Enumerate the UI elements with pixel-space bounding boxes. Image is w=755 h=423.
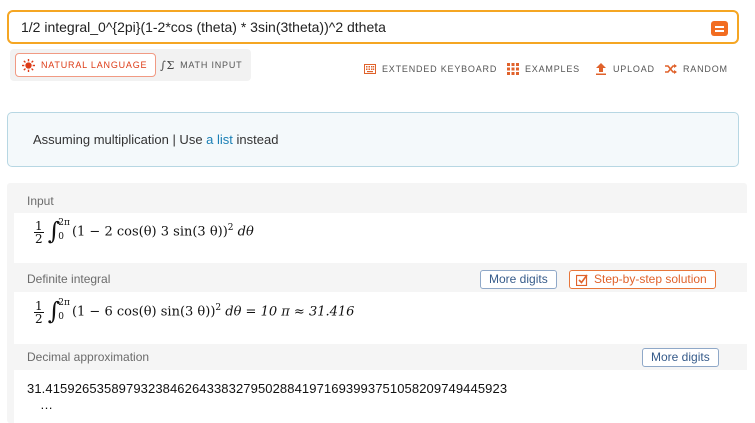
decimal-body: [14, 370, 747, 423]
keyboard-icon: [364, 64, 376, 74]
assumption-prefix: Assuming multiplication | Use: [33, 132, 207, 147]
examples-link[interactable]: EXAMPLES: [507, 63, 580, 75]
definite-integral-title: Definite integral: [27, 272, 111, 286]
use-list-link[interactable]: a list: [206, 132, 233, 147]
decimal-value: 31.4159265358979323846264338327950288419…: [27, 381, 508, 396]
compute-button[interactable]: [711, 21, 728, 36]
grid-icon: [507, 63, 519, 75]
definite-integral-expression: 12 ∫ 2π 0 (1 − 6 cos(θ) sin(3 θ))2 dθ = 10 …: [34, 297, 355, 326]
shuffle-icon: [665, 64, 677, 74]
upload-icon: [596, 63, 606, 75]
assumption-box: Assuming multiplication | Use a list ins…: [7, 112, 739, 167]
step-by-step-button[interactable]: Step-by-step solution: [569, 270, 716, 289]
random-link[interactable]: RANDOM: [665, 63, 728, 75]
extended-keyboard-label: EXTENDED KEYBOARD: [382, 64, 498, 74]
more-digits-button-decimal[interactable]: More digits: [642, 348, 719, 367]
input-pod-title: Input: [27, 194, 54, 208]
assumption-suffix: instead: [232, 132, 279, 147]
decimal-ellipsis: …: [40, 397, 53, 412]
random-label: RANDOM: [683, 64, 728, 74]
input-expression: 12 ∫ 2π 0 (1 − 2 cos(θ) 3 sin(3 θ))2 dθ: [34, 217, 254, 246]
upload-link[interactable]: UPLOAD: [595, 63, 655, 75]
input-pod-body: 12 ∫ 2π 0 (1 − 2 cos(θ) 3 sin(3 θ))2 dθ: [14, 213, 747, 263]
extended-keyboard-link[interactable]: EXTENDED KEYBOARD: [364, 63, 497, 75]
step-by-step-label: Step-by-step solution: [594, 272, 707, 286]
search-input[interactable]: 1/2 integral_0^{2pi}(1-2*cos (theta) * 3…: [21, 19, 386, 35]
examples-label: EXAMPLES: [525, 64, 580, 74]
assumption-text: Assuming multiplication | Use a list ins…: [33, 132, 278, 147]
upload-label: UPLOAD: [613, 64, 655, 74]
definite-integral-body: 12 ∫ 2π 0 (1 − 6 cos(θ) sin(3 θ))2 dθ = 10 …: [14, 292, 747, 344]
checkbox-icon: [576, 274, 588, 286]
search-bar[interactable]: 1/2 integral_0^{2pi}(1-2*cos (theta) * 3…: [7, 10, 739, 44]
results-panel: Input 12 ∫ 2π 0 (1 − 2 cos(θ) 3 sin(3 θ))2 …: [7, 183, 747, 423]
more-digits-button[interactable]: More digits: [480, 270, 557, 289]
toolbar: EXTENDED KEYBOARD EXAMPLES UPLOAD RANDOM: [0, 63, 755, 77]
decimal-approximation-title: Decimal approximation: [27, 350, 150, 364]
